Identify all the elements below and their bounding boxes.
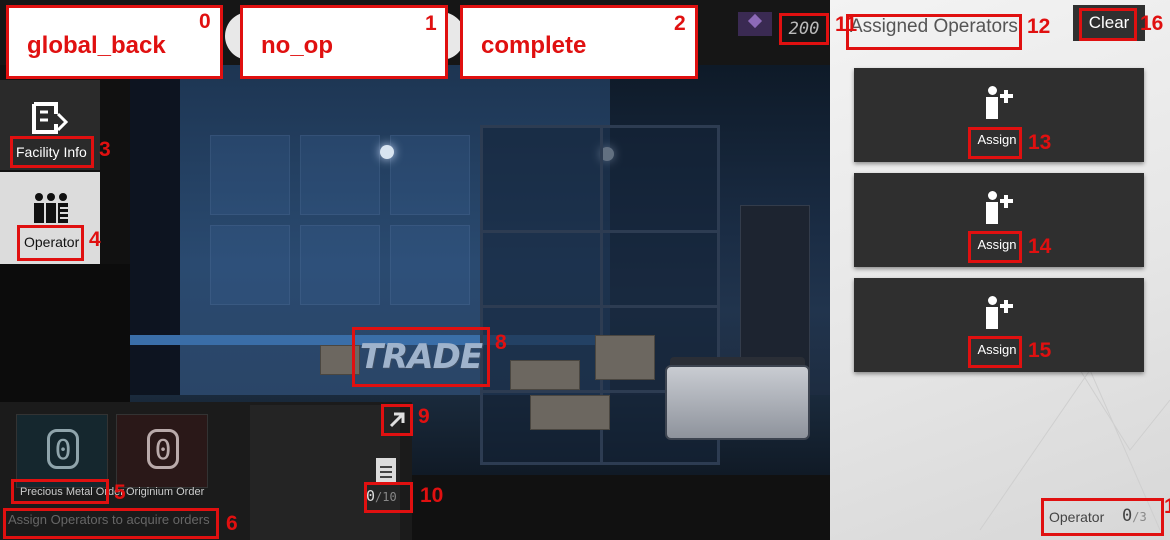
- annotation-number-0: 0: [199, 10, 211, 33]
- operator-slot-2[interactable]: Assign: [854, 173, 1144, 267]
- annotation-number-5: 5: [114, 481, 126, 504]
- assign-label: Assign: [977, 237, 1017, 252]
- originium-order-card[interactable]: 0: [116, 414, 208, 488]
- expand-arrow-icon[interactable]: [381, 404, 413, 436]
- annotation-number-13: 13: [1028, 131, 1052, 154]
- order-count-max: /10: [375, 490, 397, 504]
- add-operator-icon: [984, 296, 1014, 330]
- wall-panel: [390, 225, 470, 305]
- document-icon: [376, 458, 396, 482]
- sidebar-item-operator[interactable]: [0, 172, 100, 264]
- annotation-number-14: 14: [1028, 235, 1052, 258]
- facility-icon: [32, 102, 68, 134]
- add-operator-icon: [984, 191, 1014, 225]
- precious-metal-order-card[interactable]: 0: [16, 414, 108, 488]
- app-root: { "top_buttons": { "back_label": "global…: [0, 0, 1170, 540]
- complete-label: complete: [481, 32, 587, 59]
- order-count[interactable]: 0/10: [366, 487, 397, 505]
- annotation-number-16: 16: [1140, 12, 1164, 35]
- operator-slot-3[interactable]: Assign: [854, 278, 1144, 372]
- annotation-number-9: 9: [418, 405, 430, 428]
- cargo-box: [510, 360, 580, 390]
- wall-panel: [300, 225, 380, 305]
- annotation-number-10: 10: [420, 484, 444, 507]
- drone-icon: [738, 12, 772, 36]
- no-op-label: no_op: [261, 32, 333, 59]
- trade-counter: [665, 365, 810, 440]
- precious-metal-count: 0: [47, 429, 79, 469]
- annotation-number-4: 4: [89, 228, 101, 251]
- operators-icon: [34, 193, 68, 223]
- operator-count: 0/3: [1122, 506, 1147, 526]
- cargo-box: [595, 335, 655, 380]
- assign-label: Assign: [977, 132, 1017, 147]
- annotation-number-1: 1: [425, 12, 437, 35]
- assign-hint-text: Assign Operators to acquire orders: [8, 512, 210, 527]
- wall-panel: [300, 135, 380, 215]
- annotation-number-15: 15: [1028, 339, 1052, 362]
- operator-slot-1[interactable]: Assign: [854, 68, 1144, 162]
- annotation-number-11: 11: [835, 13, 858, 36]
- annotation-number-12: 12: [1027, 15, 1051, 38]
- scene-doorway: [130, 65, 180, 395]
- global-back-label: global_back: [27, 32, 166, 59]
- order-count-value: 0: [366, 487, 376, 505]
- originium-label: Originium Order: [126, 486, 205, 498]
- assign-label: Assign: [977, 342, 1017, 357]
- annotation-number-17: 1: [1164, 495, 1170, 518]
- annotation-number-6: 6: [226, 512, 238, 535]
- operator-count-value: 0: [1122, 506, 1133, 526]
- annotation-number-2: 2: [674, 12, 686, 35]
- wall-panel: [390, 135, 470, 215]
- shelf-board: [480, 305, 720, 308]
- complete-button[interactable]: complete: [460, 5, 698, 79]
- server-rack: [740, 205, 810, 375]
- precious-metal-label: Precious Metal Order: [20, 486, 124, 498]
- operator-count-label: Operator: [1049, 509, 1105, 525]
- drone-count[interactable]: 200: [782, 15, 826, 43]
- global-back-button[interactable]: global_back: [6, 5, 223, 79]
- no-op-button[interactable]: no_op: [240, 5, 448, 79]
- cargo-box: [530, 395, 610, 430]
- assigned-operators-title: Assigned Operators: [850, 16, 1018, 37]
- trade-sign: TRADE: [359, 337, 483, 377]
- ceiling-lamp: [380, 145, 394, 159]
- add-operator-icon: [984, 86, 1014, 120]
- wall-panel: [210, 225, 290, 305]
- facility-info-label: Facility Info: [16, 144, 87, 160]
- wall-panel: [210, 135, 290, 215]
- shelf-board: [480, 230, 720, 233]
- operator-label: Operator: [24, 234, 80, 250]
- left-panel-bg: [0, 264, 130, 404]
- originium-count: 0: [147, 429, 179, 469]
- clear-button[interactable]: Clear: [1073, 5, 1145, 41]
- operator-count-max: /3: [1132, 510, 1147, 524]
- annotation-number-3: 3: [99, 138, 111, 161]
- annotation-number-8: 8: [495, 331, 507, 354]
